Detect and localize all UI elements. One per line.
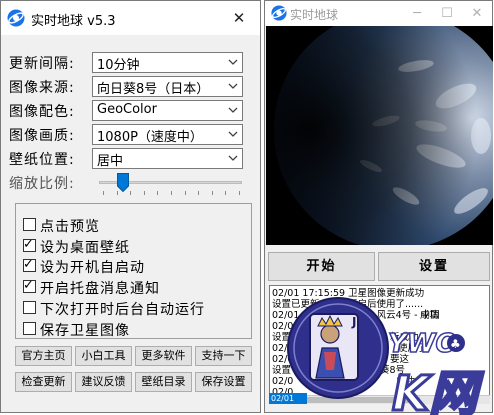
preview-title-bar: 实时地球 ─ ☐ ✕ [265, 1, 492, 26]
slider-tick [198, 191, 200, 195]
action-button[interactable]: 建议反馈 [75, 372, 132, 392]
image-quality-value: 1080P（速度中） [97, 130, 203, 145]
log-fragment: 成功 [420, 310, 440, 321]
chevron-down-icon [228, 155, 238, 161]
earth-satellite-image [266, 26, 493, 245]
log-line: 02/01 17:15:59 卫星：风云4号 - 中国 [272, 310, 440, 321]
image-color-label: 图像配色: [9, 104, 75, 120]
app-logo-icon [271, 5, 287, 21]
slider-tick [103, 191, 104, 195]
wallpaper-position-label: 壁纸位置: [9, 152, 75, 168]
slider-tick [211, 191, 213, 195]
maximize-icon[interactable]: ☐ [432, 1, 462, 26]
slider-tick [143, 191, 145, 195]
update-interval-select[interactable]: 10分钟 [92, 52, 243, 73]
checkmark-icon: ✓ [23, 236, 34, 252]
zoom-ratio-label: 缩放比例: [9, 176, 75, 192]
wallpaper-position-select[interactable]: 居中 [92, 148, 243, 169]
option-label: 点击预览 [40, 219, 100, 235]
chevron-down-icon [228, 107, 238, 113]
log-line: 02/0 [272, 321, 294, 332]
settings-window: 实时地球 v5.3 ✕ 更新间隔: 10分钟 图像来源: 向日葵8号（日本） 图… [0, 0, 261, 413]
log-fragment: 使用了 [398, 343, 427, 354]
slider-tick [184, 191, 186, 195]
checkbox-unchecked[interactable] [23, 321, 36, 335]
option-label: 保存卫星图像 [40, 322, 130, 339]
log-fragment: 成功 [396, 376, 416, 387]
chevron-down-icon [228, 131, 238, 137]
action-button[interactable]: 检查更新 [15, 372, 72, 392]
slider-tick [171, 191, 172, 195]
option-label: 设为桌面壁纸 [40, 239, 130, 256]
status-text: 02/01 [269, 393, 307, 404]
update-interval-label: 更新间隔: [9, 56, 75, 72]
option-label: 设为开机自启动 [40, 260, 145, 277]
image-quality-select[interactable]: 1080P（速度中） [92, 124, 243, 145]
settings-button[interactable]: 设置 [378, 252, 490, 281]
log-line: 02/0 [272, 354, 294, 365]
image-color-select[interactable]: GeoColor [92, 100, 243, 121]
checkbox-checked[interactable]: ✓ [23, 236, 36, 252]
app-logo-icon [7, 9, 25, 27]
image-source-value: 向日葵8号（日本） [97, 82, 210, 97]
log-fragment: 新成功 [390, 332, 419, 343]
checkmark-icon: ✓ [23, 278, 34, 294]
log-output: 02/01 17:15:59 卫星图像更新成功 设置已更新，部分开启后使用了...… [269, 285, 490, 403]
minimize-icon[interactable]: ─ [402, 1, 432, 26]
checkbox-checked[interactable]: ✓ [23, 257, 36, 273]
slider-tick [116, 191, 118, 195]
chevron-down-icon [228, 59, 238, 65]
start-button[interactable]: 开始 [268, 252, 375, 281]
slider-tick [157, 191, 159, 195]
log-fragment: 要这 [390, 354, 410, 365]
image-quality-label: 图像画质: [9, 128, 75, 144]
log-line: 设置已更新，部分开启后使用了...... [272, 299, 424, 310]
checkbox-checked[interactable]: ✓ [23, 278, 36, 294]
log-line: 02/01 17:15:59 卫星图像更新成功 [272, 288, 425, 299]
action-button[interactable]: 支持一下 [195, 346, 252, 366]
settings-window-title: 实时地球 v5.3 [31, 14, 116, 29]
zoom-slider-thumb[interactable] [117, 173, 130, 192]
update-interval-value: 10分钟 [97, 58, 140, 73]
checkbox-unchecked[interactable] [23, 218, 36, 231]
preview-window: 实时地球 ─ ☐ ✕ 开始 设置 02/01 17:15:59 卫星图像更新成功… [264, 0, 493, 413]
log-line: 02/0 [272, 376, 294, 387]
log-line: 设置 [272, 332, 292, 343]
wallpaper-position-value: 居中 [97, 154, 124, 169]
image-source-select[interactable]: 向日葵8号（日本） [92, 76, 243, 97]
chevron-down-icon [228, 83, 238, 89]
slider-tick [130, 191, 132, 195]
log-line: 02/0 [272, 343, 294, 354]
action-button[interactable]: 小白工具 [75, 346, 132, 366]
action-button[interactable]: 壁纸目录 [135, 372, 192, 392]
checkmark-icon: ✓ [23, 257, 34, 273]
image-color-value: GeoColor [97, 102, 157, 117]
log-line: 设置 [272, 365, 292, 376]
settings-title-bar: 实时地球 v5.3 ✕ [1, 1, 260, 35]
option-label: 开启托盘消息通知 [40, 281, 160, 298]
image-source-label: 图像来源: [9, 80, 75, 96]
option-label: 下次打开时后台自动运行 [40, 301, 205, 318]
checkbox-unchecked[interactable] [23, 300, 36, 314]
log-fragment: 葵8号 [380, 365, 406, 376]
slider-tick [225, 191, 227, 195]
close-icon[interactable]: ✕ [217, 1, 261, 35]
close-icon[interactable]: ✕ [462, 1, 492, 26]
action-button[interactable]: 官方主页 [15, 346, 72, 366]
action-button[interactable]: 更多软件 [135, 346, 192, 366]
preview-window-title: 实时地球 [290, 8, 339, 22]
slider-tick [239, 191, 240, 195]
action-button[interactable]: 保存设置 [195, 372, 252, 392]
